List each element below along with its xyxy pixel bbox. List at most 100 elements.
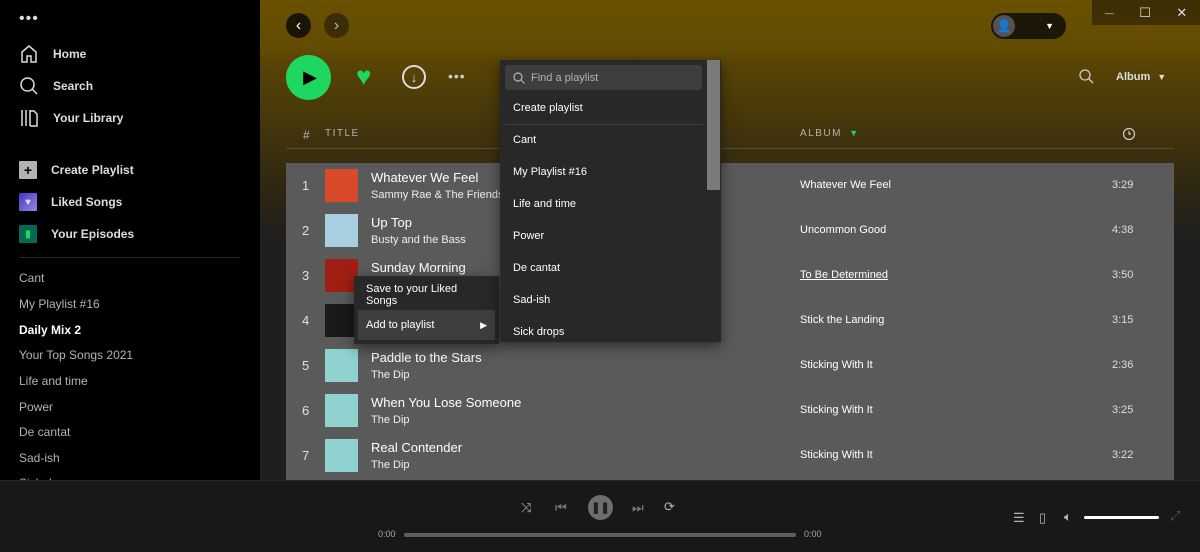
table-row[interactable]: 5 Paddle to the Stars The Dip Sticking W… [286, 343, 1174, 388]
track-album[interactable]: Sticking With It [800, 449, 873, 461]
play-icon: ▶ [303, 67, 317, 87]
column-album[interactable]: ALBUM ▼ [800, 128, 860, 139]
sidebar-item-liked-songs[interactable]: ♥ Liked Songs [19, 193, 122, 211]
submenu-playlist-item[interactable]: Sick drops [513, 326, 564, 338]
track-duration: 2:36 [1112, 359, 1134, 371]
column-title[interactable]: TITLE [325, 128, 360, 139]
submenu-divider [505, 124, 703, 125]
track-album[interactable]: Stick the Landing [800, 314, 884, 326]
create-playlist-item[interactable]: Create playlist [513, 102, 583, 114]
track-artist[interactable]: Busty and the Bass [371, 234, 466, 246]
table-row[interactable]: 7 Real Contender The Dip Sticking With I… [286, 433, 1174, 478]
track-album[interactable]: Sticking With It [800, 359, 873, 371]
total-time: 0:00 [804, 529, 822, 539]
table-row[interactable]: 1 Whatever We Feel Sammy Rae & The Frien… [286, 163, 1174, 208]
playlist-item[interactable]: De cantat [19, 425, 70, 439]
devices-icon[interactable]: ▯ [1039, 510, 1046, 526]
bookmark-icon: ▮ [19, 225, 37, 243]
sidebar-item-search[interactable]: Search [19, 76, 93, 96]
heart-icon: ♥ [19, 193, 37, 211]
forward-button[interactable]: › [324, 13, 349, 38]
track-number: 2 [302, 223, 310, 238]
playlist-item[interactable]: Life and time [19, 374, 88, 388]
menu-item-label: Add to playlist [366, 319, 435, 331]
table-row[interactable]: 6 When You Lose Someone The Dip Sticking… [286, 388, 1174, 433]
search-icon [20, 77, 38, 95]
table-row[interactable]: 2 Up Top Busty and the Bass Uncommon Goo… [286, 208, 1174, 253]
add-to-playlist-item[interactable]: Add to playlist ▶ [358, 310, 495, 340]
library-icon [21, 110, 38, 127]
sort-dropdown[interactable]: Album ▼ [1116, 71, 1166, 83]
repeat-icon[interactable]: ⟳ [664, 499, 675, 515]
sidebar-item-label: Home [53, 47, 87, 61]
find-playlist-input[interactable]: Find a playlist [505, 65, 702, 90]
sidebar-divider [19, 257, 240, 258]
back-button[interactable]: ‹ [286, 13, 311, 38]
album-art [325, 349, 358, 382]
track-artist[interactable]: The Dip [371, 459, 410, 471]
track-album[interactable]: Uncommon Good [800, 224, 886, 236]
track-artist[interactable]: The Dip [371, 414, 410, 426]
playlist-item-active[interactable]: Daily Mix 2 [19, 323, 81, 337]
player-bar: ⤨ ⏮ ❚❚ ⏭ ⟳ 0:00 0:00 ☰ ▯ 🔈︎ ⤢ [0, 480, 1200, 552]
search-icon [513, 71, 525, 84]
track-artist[interactable]: Sammy Rae & The Friends [371, 189, 503, 201]
queue-icon[interactable]: ☰ [1013, 510, 1025, 526]
next-icon[interactable]: ⏭ [632, 500, 644, 516]
submenu-playlist-item[interactable]: Cant [513, 134, 536, 146]
playlist-item[interactable]: My Playlist #16 [19, 297, 100, 311]
previous-icon[interactable]: ⏮ [555, 500, 567, 516]
track-album[interactable]: Whatever We Feel [800, 179, 891, 191]
save-to-liked-songs-item[interactable]: Save to your Liked Songs [358, 280, 495, 310]
submenu-playlist-item[interactable]: Sad-ish [513, 294, 550, 306]
sidebar-item-library[interactable]: Your Library [19, 108, 123, 128]
home-icon [21, 45, 37, 63]
minimize-button[interactable]: — [1105, 8, 1114, 18]
sort-arrow-icon: ▼ [849, 128, 860, 138]
column-album-label: ALBUM [800, 128, 842, 139]
submenu-playlist-item[interactable]: My Playlist #16 [513, 166, 587, 178]
create-playlist-button[interactable]: + Create Playlist [19, 161, 134, 179]
main-view: ‹ › 👤 ▼ — ☐ ✕ ▶ ♥ ↓ ••• Album ▼ # TITLE … [260, 0, 1200, 480]
track-title: Real Contender [371, 440, 463, 455]
more-options-icon[interactable]: ••• [448, 68, 466, 84]
more-menu-icon[interactable]: ••• [19, 10, 39, 28]
play-button[interactable]: ▶ [286, 55, 331, 100]
track-album[interactable]: Sticking With It [800, 404, 873, 416]
track-duration: 3:15 [1112, 314, 1134, 326]
submenu-playlist-item[interactable]: Life and time [513, 198, 576, 210]
track-number: 7 [302, 448, 310, 463]
track-duration: 3:29 [1112, 179, 1134, 191]
track-artist[interactable]: The Dip [371, 369, 410, 381]
maximize-button[interactable]: ☐ [1139, 5, 1151, 21]
submenu-playlist-item[interactable]: De cantat [513, 262, 560, 274]
sidebar-item-your-episodes[interactable]: ▮ Your Episodes [19, 225, 134, 243]
album-art [325, 394, 358, 427]
search-icon[interactable] [1079, 69, 1094, 84]
playlist-item[interactable]: Cant [19, 271, 44, 285]
sidebar-item-home[interactable]: Home [19, 44, 86, 64]
playlist-item[interactable]: Sad-ish [19, 451, 60, 465]
submenu-playlist-item[interactable]: Power [513, 230, 544, 242]
track-title: Up Top [371, 215, 412, 230]
album-art [325, 439, 358, 472]
elapsed-time: 0:00 [378, 529, 396, 539]
close-button[interactable]: ✕ [1176, 5, 1187, 21]
progress-bar[interactable] [404, 533, 796, 537]
header-divider [286, 148, 1174, 149]
sidebar: ••• Home Search Your Library + Create Pl… [0, 0, 260, 480]
volume-slider[interactable] [1084, 516, 1159, 519]
download-icon[interactable]: ↓ [402, 65, 426, 89]
pause-button[interactable]: ❚❚ [588, 495, 613, 520]
playlist-item[interactable]: Power [19, 400, 53, 414]
shuffle-icon[interactable]: ⤨ [521, 500, 531, 516]
track-duration: 4:38 [1112, 224, 1134, 236]
track-album[interactable]: To Be Determined [800, 269, 888, 281]
heart-icon[interactable]: ♥ [356, 62, 371, 90]
volume-icon[interactable]: 🔈︎ [1064, 509, 1072, 525]
user-menu-button[interactable]: 👤 ▼ [991, 13, 1066, 39]
playlist-item[interactable]: Your Top Songs 2021 [19, 348, 133, 362]
fullscreen-icon[interactable]: ⤢ [1170, 508, 1180, 524]
sidebar-item-label: Search [53, 79, 94, 93]
submenu-scrollbar[interactable] [707, 60, 720, 190]
